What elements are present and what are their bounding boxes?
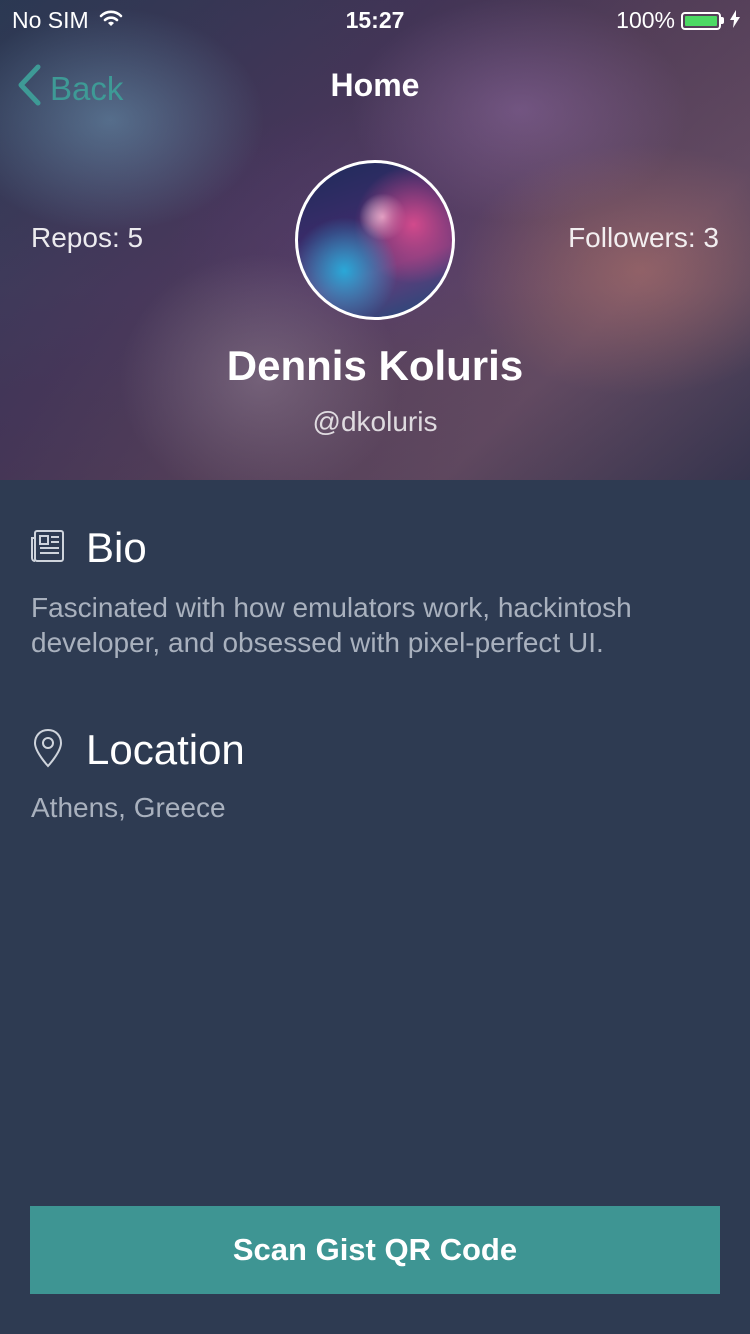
bolt-icon bbox=[730, 7, 740, 34]
profile-handle: @dkoluris bbox=[312, 406, 438, 437]
bio-section-header: Bio bbox=[30, 524, 147, 572]
location-text: Athens, Greece bbox=[31, 792, 226, 823]
navigation-bar: Back Home bbox=[0, 50, 750, 120]
repos-count[interactable]: Repos: 5 bbox=[31, 222, 143, 254]
bio-title: Bio bbox=[86, 524, 147, 571]
avatar bbox=[295, 160, 455, 320]
location-section-header: Location bbox=[30, 726, 245, 774]
nav-title: Home bbox=[330, 67, 420, 103]
newspaper-icon bbox=[30, 528, 66, 569]
followers-count[interactable]: Followers: 3 bbox=[568, 222, 719, 254]
bio-text: Fascinated with how emulators work, hack… bbox=[31, 592, 632, 658]
battery-icon bbox=[681, 11, 724, 30]
scan-gist-qr-button[interactable]: Scan Gist QR Code bbox=[30, 1206, 720, 1294]
profile-name: Dennis Koluris bbox=[226, 342, 524, 389]
status-bar: No SIM 15:27 100% bbox=[0, 0, 750, 40]
location-pin-icon bbox=[30, 727, 66, 774]
battery-percent: 100% bbox=[616, 7, 675, 33]
status-right: 100% bbox=[616, 7, 740, 34]
location-title: Location bbox=[86, 726, 245, 773]
